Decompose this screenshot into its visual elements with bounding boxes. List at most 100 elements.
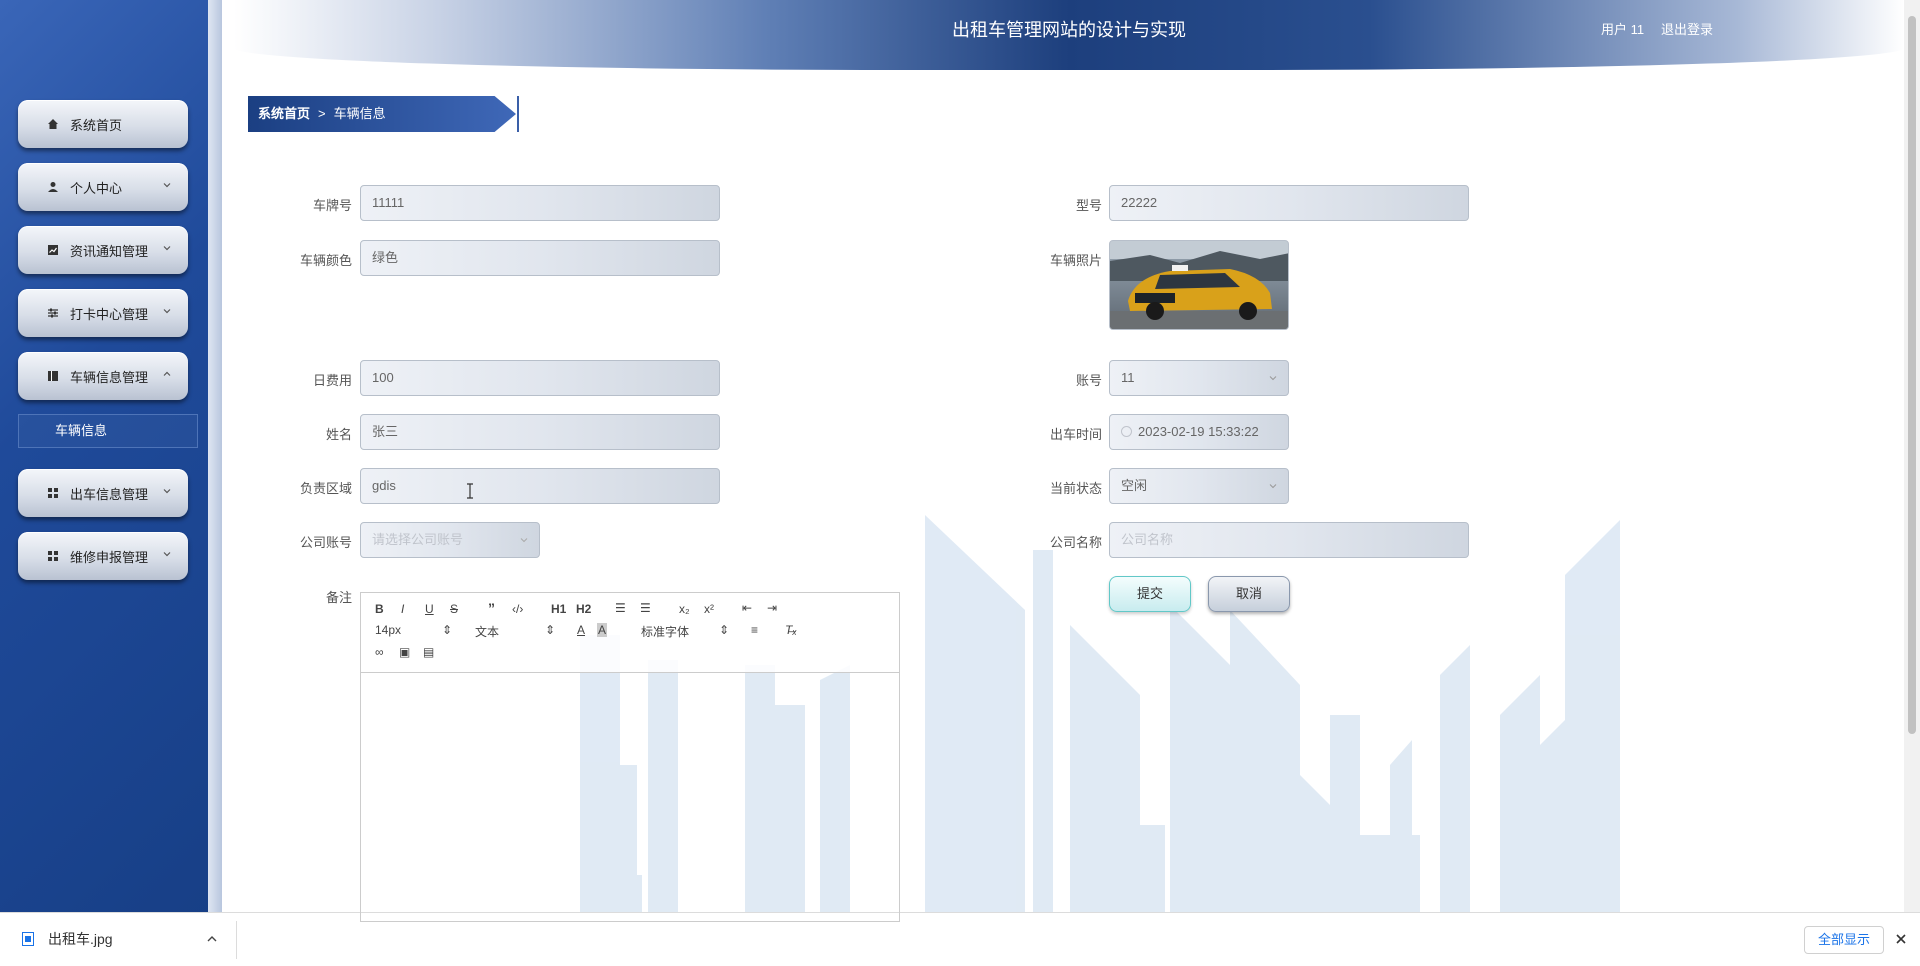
sidebar: 系统首页 个人中心 资讯通知管理 打卡中心管理 车辆信息管理 车辆信息 出车信息…	[0, 0, 222, 912]
chevron-down-icon	[163, 183, 171, 188]
chevron-down-icon	[163, 246, 171, 251]
book-icon	[46, 369, 60, 383]
color-label: 车辆颜色	[299, 253, 352, 268]
submit-button[interactable]: 提交	[1109, 576, 1191, 612]
sidebar-item-label: 系统首页	[70, 117, 123, 133]
page-title: 出租车管理网站的设计与实现	[952, 20, 1186, 40]
name-input[interactable]: 张三	[360, 414, 720, 450]
sliders-icon	[46, 306, 60, 320]
sidebar-item-home[interactable]: 系统首页	[18, 100, 188, 148]
model-input[interactable]: 22222	[1109, 185, 1469, 221]
bold-icon[interactable]: B	[375, 602, 384, 616]
company-account-select[interactable]: 请选择公司账号	[360, 522, 540, 558]
download-item[interactable]: 出租车.jpg	[22, 929, 113, 949]
sidebar-subitem-vehicle-info[interactable]: 车辆信息	[18, 414, 198, 448]
cancel-button[interactable]: 取消	[1208, 576, 1290, 612]
sidebar-item-label: 出车信息管理	[70, 486, 149, 502]
subscript-icon[interactable]: x₂	[679, 602, 690, 616]
sidebar-item-personal[interactable]: 个人中心	[18, 163, 188, 211]
font-size-select[interactable]: 14px	[375, 623, 401, 637]
superscript-icon[interactable]: x²	[704, 602, 714, 616]
close-icon[interactable]	[1894, 932, 1908, 946]
chevron-up-icon[interactable]	[206, 934, 218, 944]
status-select[interactable]: 空闲	[1109, 468, 1289, 504]
company-name-input[interactable]: 公司名称	[1109, 522, 1469, 558]
breadcrumb-current: 车辆信息	[333, 106, 386, 121]
ordered-list-icon[interactable]: ☰	[615, 601, 626, 615]
font-family-select[interactable]: 标准字体	[641, 623, 689, 640]
chevron-down-icon	[520, 538, 528, 543]
link-icon[interactable]: ∞	[375, 645, 384, 659]
sidebar-item-checkin[interactable]: 打卡中心管理	[18, 289, 188, 337]
grid-icon	[46, 549, 60, 563]
clear-format-icon[interactable]: T̶ₓ	[785, 623, 797, 637]
grid-icon	[46, 486, 60, 500]
daily-fee-label: 日费用	[312, 373, 352, 388]
background-color-icon[interactable]: A	[597, 623, 608, 637]
breadcrumb-home[interactable]: 系统首页	[258, 106, 310, 121]
sidebar-item-label: 打卡中心管理	[70, 306, 149, 322]
chart-icon	[46, 243, 60, 257]
color-input[interactable]: 绿色	[360, 240, 720, 276]
scrollbar-thumb[interactable]	[1908, 16, 1916, 734]
sidebar-item-label: 个人中心	[70, 180, 123, 196]
sidebar-item-label: 车辆信息管理	[70, 369, 149, 385]
sidebar-item-label: 资讯通知管理	[70, 243, 149, 259]
current-user: 用户 11	[1601, 22, 1645, 37]
header: 出租车管理网站的设计与实现 用户 11 退出登录	[234, 0, 1904, 70]
logout-link[interactable]: 退出登录	[1661, 19, 1713, 38]
updown-icon: ⇕	[545, 623, 556, 637]
taxi-image	[1110, 241, 1288, 329]
underline-icon[interactable]: U	[425, 602, 434, 616]
download-bar: 出租车.jpg 全部显示	[0, 912, 1920, 966]
sidebar-item-dispatch[interactable]: 出车信息管理	[18, 469, 188, 517]
chevron-down-icon	[1269, 376, 1277, 381]
page-scrollbar[interactable]	[1904, 0, 1920, 912]
header-1-icon[interactable]: H1	[551, 602, 566, 616]
blockquote-icon[interactable]: ”	[488, 600, 495, 616]
daily-fee-input[interactable]: 100	[360, 360, 720, 396]
status-select-value: 空闲	[1121, 478, 1148, 493]
font-color-icon[interactable]: A	[577, 623, 585, 637]
updown-icon: ⇕	[442, 623, 453, 637]
sidebar-item-label: 维修申报管理	[70, 549, 149, 565]
depart-time-picker[interactable]: 2023-02-19 15:33:22	[1109, 414, 1289, 450]
breadcrumb: 系统首页 > 车辆信息	[248, 96, 516, 132]
plate-label: 车牌号	[312, 198, 352, 213]
code-icon[interactable]: ‹/›	[512, 602, 523, 616]
chevron-up-icon	[163, 371, 171, 376]
user-icon	[46, 180, 60, 194]
header-2-icon[interactable]: H2	[576, 602, 591, 616]
sidebar-item-vehicles[interactable]: 车辆信息管理	[18, 352, 188, 400]
company-account-label: 公司账号	[299, 535, 352, 550]
depart-time-label: 出车时间	[1049, 427, 1102, 442]
strikethrough-icon[interactable]: S	[450, 602, 458, 616]
editor-content-area[interactable]	[361, 673, 899, 923]
indent-icon[interactable]: ⇥	[767, 601, 777, 615]
plate-input[interactable]: 11111	[360, 185, 720, 221]
align-icon[interactable]: ≡	[751, 623, 758, 637]
outdent-icon[interactable]: ⇤	[742, 601, 752, 615]
company-name-label: 公司名称	[1049, 535, 1102, 550]
area-label: 负责区域	[299, 481, 352, 496]
sidebar-item-repair[interactable]: 维修申报管理	[18, 532, 188, 580]
remark-editor: B I U S ” ‹/› H1 H2 ☰ ☰ x₂ x² ⇤ ⇥ 14px ⇕…	[360, 592, 900, 922]
account-select[interactable]: 11	[1109, 360, 1289, 396]
area-input[interactable]: gdis	[360, 468, 720, 504]
vehicle-photo[interactable]	[1109, 240, 1289, 330]
chevron-down-icon	[1269, 484, 1277, 489]
video-icon[interactable]: ▤	[423, 645, 434, 659]
account-label: 账号	[1075, 373, 1102, 388]
depart-time-value: 2023-02-19 15:33:22	[1138, 424, 1259, 439]
chevron-down-icon	[163, 552, 171, 557]
format-select[interactable]: 文本	[475, 623, 499, 640]
editor-toolbar: B I U S ” ‹/› H1 H2 ☰ ☰ x₂ x² ⇤ ⇥ 14px ⇕…	[361, 593, 899, 673]
updown-icon: ⇕	[719, 623, 730, 637]
sidebar-item-news[interactable]: 资讯通知管理	[18, 226, 188, 274]
chevron-down-icon	[163, 489, 171, 494]
italic-icon[interactable]: I	[401, 602, 404, 616]
image-icon[interactable]: ▣	[399, 645, 410, 659]
bullet-list-icon[interactable]: ☰	[640, 601, 651, 615]
image-file-icon	[22, 932, 34, 946]
show-all-button[interactable]: 全部显示	[1804, 926, 1884, 954]
